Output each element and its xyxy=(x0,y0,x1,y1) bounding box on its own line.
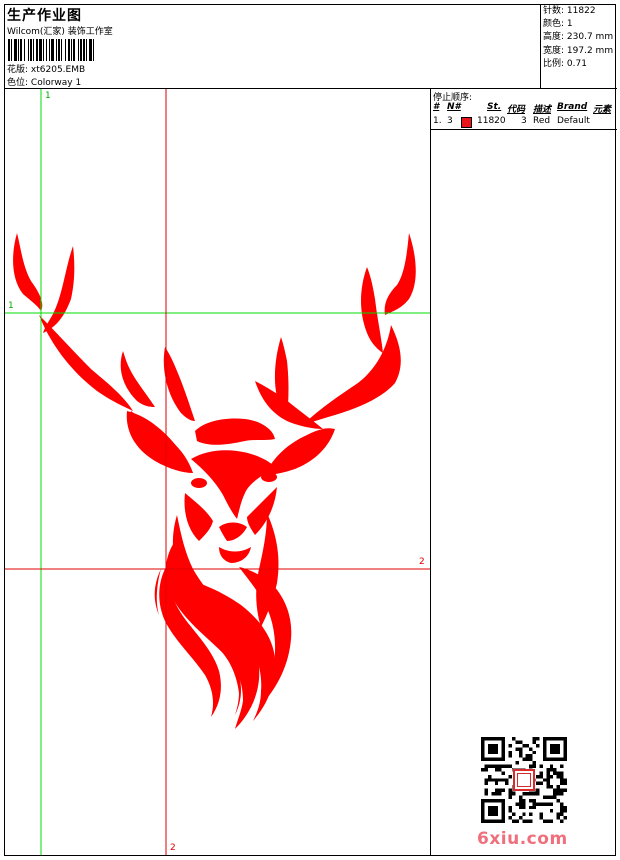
stat-value: 230.7 mm xyxy=(566,32,614,43)
stat-row: 宽度: 197.2 mm xyxy=(543,45,617,58)
col-needle: N# xyxy=(447,102,461,112)
design-canvas[interactable]: 1 1 2 2 xyxy=(5,89,431,855)
stat-value: 0.71 xyxy=(566,58,587,69)
stat-label: 颜色: xyxy=(543,19,565,30)
stat-row: 高度: 230.7 mm xyxy=(543,31,617,44)
row-needle: 3 xyxy=(447,116,453,126)
sequence-table-header: # N# St. 代码 描述 Brand 元素 xyxy=(431,101,617,115)
design-file-label: 花版: xyxy=(7,65,29,75)
stat-row: 颜色: 1 xyxy=(543,18,617,31)
row-code: 3 xyxy=(521,116,527,126)
row-stitches: 11820 xyxy=(477,116,506,126)
stat-label: 针数: xyxy=(543,6,565,16)
row-index: 1. xyxy=(433,116,442,126)
row-description: Red xyxy=(533,116,551,126)
deer-head-artwork xyxy=(13,233,416,729)
stop-sequence-panel: 停止顺序: # N# St. 代码 描述 Brand 元素 1. 3 11820… xyxy=(431,89,617,855)
sheet-title: 生产作业图 xyxy=(7,8,82,24)
colorway-label: 色位: xyxy=(7,78,29,88)
guide-label-h1: 1 xyxy=(8,301,14,311)
guide-label-v1: 1 xyxy=(45,91,51,101)
design-file-value: xt6205.EMB xyxy=(30,65,86,75)
colorway-row: 色位: Colorway 1 xyxy=(7,75,81,88)
table-row[interactable]: 1. 3 11820 3 Red Default xyxy=(431,115,617,128)
production-sheet: 生产作业图 Wilcom(汇家) 装饰工作室 花版: xt6205.EMB 色位… xyxy=(4,4,617,856)
stat-label: 宽度: xyxy=(543,45,565,56)
colorway-value: Colorway 1 xyxy=(30,78,82,88)
col-description: 描述 xyxy=(533,105,552,115)
col-element: 元素 xyxy=(593,105,612,115)
color-swatch xyxy=(461,117,472,128)
stat-value: 197.2 mm xyxy=(566,45,614,56)
col-index: # xyxy=(433,102,440,112)
sequence-divider xyxy=(431,129,617,130)
stat-value: 1 xyxy=(566,19,573,30)
stat-value: 11822 xyxy=(566,6,596,16)
row-brand: Default xyxy=(557,116,590,126)
design-stats: 针数: 11822 颜色: 1 高度: 230.7 mm 宽度: 197.2 m… xyxy=(541,5,617,89)
deer-design xyxy=(5,89,430,855)
stat-row: 比例: 0.71 xyxy=(543,58,617,71)
stat-row: 针数: 11822 xyxy=(543,5,617,18)
watermark-logo: 6xiu.com xyxy=(477,829,568,849)
stat-label: 比例: xyxy=(543,58,565,69)
sheet-header: 生产作业图 Wilcom(汇家) 装饰工作室 花版: xt6205.EMB 色位… xyxy=(5,5,541,89)
col-code: 代码 xyxy=(507,105,526,115)
guide-label-h2: 2 xyxy=(419,557,425,567)
qr-code xyxy=(481,737,567,823)
design-file-row: 花版: xt6205.EMB xyxy=(7,62,85,75)
guide-label-v2: 2 xyxy=(170,843,176,853)
col-stitches: St. xyxy=(487,102,502,112)
stat-label: 高度: xyxy=(543,32,565,43)
col-brand: Brand xyxy=(557,102,588,112)
barcode xyxy=(8,39,94,61)
sheet-subtitle: Wilcom(汇家) 装饰工作室 xyxy=(7,27,113,37)
